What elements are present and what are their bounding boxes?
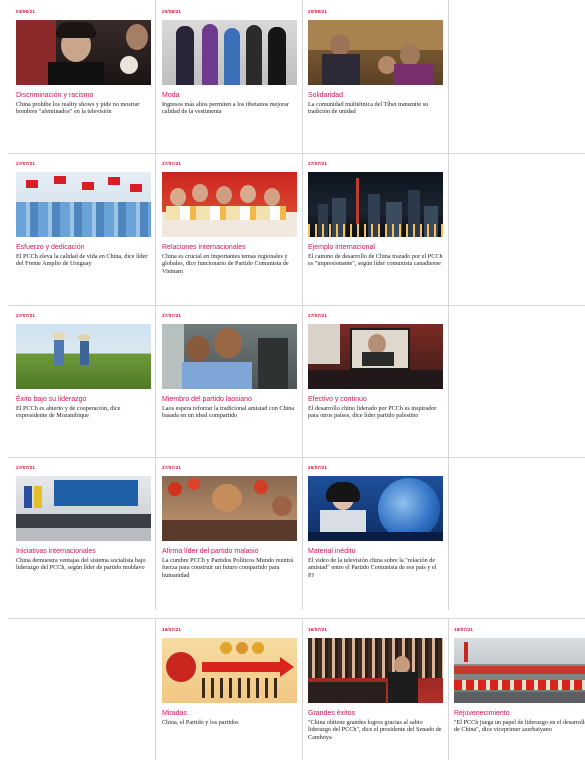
card-headline[interactable]: Ingresos más altos permiten a los tibeta…	[162, 101, 297, 116]
leader-crowd-photo[interactable]	[308, 638, 443, 703]
card-headline[interactable]: El PCCh es abierto y de cooperación, dic…	[16, 405, 151, 420]
grid-divider	[8, 457, 585, 458]
card-headline[interactable]: El camino de desarrollo de China trazado…	[308, 253, 443, 268]
card-date: 16/07/21	[454, 627, 474, 632]
card-date: 20/08/21	[308, 9, 328, 14]
card-category[interactable]: Grandes éxitos	[308, 710, 443, 718]
card-date: 27/07/21	[162, 313, 182, 318]
news-card[interactable]: 16/07/21 Grandes éxitos "China obtiene g…	[308, 626, 443, 760]
man-portrait-photo[interactable]	[16, 20, 151, 85]
card-category[interactable]: Material inédito	[308, 548, 443, 556]
card-headline[interactable]: Laos espera reforzar la tradicional amis…	[162, 405, 297, 420]
flag-waving-crowd-photo[interactable]	[16, 172, 151, 237]
news-card[interactable]: 20/08/21 Solidaridad La comunidad multié…	[308, 8, 443, 153]
card-headline[interactable]: La cumbre PCCh y Partidos Políticos Mund…	[162, 557, 297, 579]
grid-divider	[8, 618, 585, 619]
card-category[interactable]: Moda	[162, 92, 297, 100]
bottom-row: 16/07/21 Miradas China, el Partido y los…	[8, 618, 585, 760]
news-grid-sheet: 03/06/21 Discriminación y racismo China …	[8, 0, 585, 610]
card-date: 27/07/21	[16, 465, 36, 470]
card-date: 27/07/21	[308, 161, 328, 166]
news-card[interactable]: 16/07/21 Miradas China, el Partido y los…	[162, 626, 297, 760]
news-card[interactable]: 27/07/21 Iniciativas internacionales Chi…	[16, 464, 151, 609]
news-card[interactable]: 03/06/21 Discriminación y racismo China …	[16, 8, 151, 153]
card-headline[interactable]: China, el Partido y los partidos	[162, 719, 297, 726]
children-smiling-photo[interactable]	[162, 324, 297, 389]
card-headline[interactable]: "China obtiene grandes logros gracias al…	[308, 719, 443, 741]
news-card[interactable]: 27/07/21 Afirma líder del partido malasi…	[162, 464, 297, 609]
card-category[interactable]: Miradas	[162, 710, 297, 718]
card-category[interactable]: Discriminación y racismo	[16, 92, 151, 100]
news-card[interactable]: 27/07/21 Relaciones internacionales Chin…	[162, 160, 297, 305]
news-card[interactable]: 27/07/21 Miembro del partido laosiano La…	[162, 312, 297, 457]
grid-divider	[302, 618, 303, 760]
card-headline[interactable]: China demuestra ventajas del sistema soc…	[16, 557, 151, 572]
grid-divider	[448, 618, 449, 760]
grid-divider	[8, 305, 585, 306]
card-category[interactable]: Iniciativas internacionales	[16, 548, 151, 556]
lanterns-crowd-photo[interactable]	[162, 476, 297, 541]
conference-hall-photo[interactable]	[16, 476, 151, 541]
fashion-runway-photo[interactable]	[162, 20, 297, 85]
card-headline[interactable]: China prohíbe los reality shows y pide n…	[16, 101, 151, 116]
farmers-field-photo[interactable]	[16, 324, 151, 389]
grid-divider	[8, 153, 585, 154]
card-date: 27/07/21	[162, 465, 182, 470]
card-date: 26/07/21	[308, 465, 328, 470]
card-date: 27/07/21	[16, 161, 36, 166]
tibetan-family-photo[interactable]	[308, 20, 443, 85]
card-headline[interactable]: "El PCCh juega un papel de liderazgo en …	[454, 719, 585, 734]
card-date: 27/07/21	[16, 313, 36, 318]
card-headline[interactable]: China es crucial en importantes temas re…	[162, 253, 297, 275]
girls-group-photo[interactable]	[162, 172, 297, 237]
news-card[interactable]: 27/07/21 Esfuerzo y dedicación El PCCh e…	[16, 160, 151, 305]
illustration-arrow-photo[interactable]	[162, 638, 297, 703]
card-category[interactable]: Rejuvenecimiento	[454, 710, 585, 718]
card-date: 27/07/21	[308, 313, 328, 318]
card-category[interactable]: Miembro del partido laosiano	[162, 396, 297, 404]
square-parade-photo[interactable]	[454, 638, 585, 703]
card-category[interactable]: Éxito bajo su liderazgo	[16, 396, 151, 404]
news-card[interactable]: 27/07/21 Efectivo y continuo El desarrol…	[308, 312, 443, 457]
news-card[interactable]: 20/08/21 Moda Ingresos más altos permite…	[162, 8, 297, 153]
news-card[interactable]: 16/07/21 Rejuvenecimiento "El PCCh juega…	[454, 626, 585, 760]
card-date: 16/07/21	[308, 627, 328, 632]
card-date: 16/07/21	[162, 627, 182, 632]
card-category[interactable]: Efectivo y continuo	[308, 396, 443, 404]
card-category[interactable]: Solidaridad	[308, 92, 443, 100]
news-card[interactable]: 27/07/21 Éxito bajo su liderazgo El PCCh…	[16, 312, 151, 457]
card-category[interactable]: Ejemplo internacional	[308, 244, 443, 252]
news-grid: 03/06/21 Discriminación y racismo China …	[8, 0, 585, 610]
city-night-skyline-photo[interactable]	[308, 172, 443, 237]
card-category[interactable]: Esfuerzo y dedicación	[16, 244, 151, 252]
card-headline[interactable]: El desarrollo chino liderado por PCCh es…	[308, 405, 443, 420]
card-headline[interactable]: La comunidad multiétnica del Tíbet trans…	[308, 101, 443, 116]
card-category[interactable]: Afirma líder del partido malasio	[162, 548, 297, 556]
news-anchor-photo[interactable]	[308, 476, 443, 541]
card-headline[interactable]: El PCCh eleva la calidad de vida en Chin…	[16, 253, 151, 268]
grid-divider	[155, 618, 156, 760]
card-date: 03/06/21	[16, 9, 36, 14]
card-date: 20/08/21	[162, 9, 182, 14]
card-category[interactable]: Relaciones internacionales	[162, 244, 297, 252]
video-conference-photo[interactable]	[308, 324, 443, 389]
news-card[interactable]: 27/07/21 Ejemplo internacional El camino…	[308, 160, 443, 305]
card-headline[interactable]: El video de la televisión china sobre la…	[308, 557, 443, 579]
card-date: 27/07/21	[162, 161, 182, 166]
news-card[interactable]: 26/07/21 Material inédito El video de la…	[308, 464, 443, 609]
